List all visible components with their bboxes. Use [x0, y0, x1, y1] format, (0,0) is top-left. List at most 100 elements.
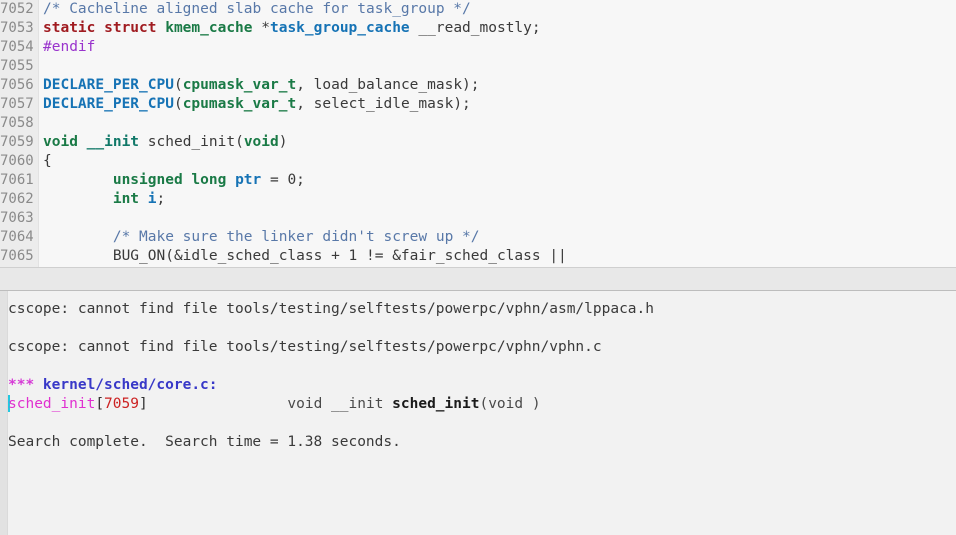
line-number: 7053 — [0, 19, 38, 38]
code-token: unsigned long — [43, 172, 236, 188]
code-token: static struct — [43, 20, 166, 36]
cscope-error-line: cscope: cannot find file tools/testing/s… — [8, 300, 956, 319]
line-number: 7065 — [0, 247, 38, 266]
code-line[interactable]: 7059 void __init sched_init(void) — [0, 133, 956, 152]
code-line[interactable]: 7056 DECLARE_PER_CPU(cpumask_var_t, load_… — [0, 76, 956, 95]
code-line-text: /* Cacheline aligned slab cache for task… — [38, 0, 471, 19]
code-token: ptr — [235, 172, 262, 188]
code-token: ( — [173, 96, 183, 112]
code-token: , load_balance_mask); — [296, 77, 480, 93]
code-token: #endif — [43, 39, 96, 55]
cscope-file-header: *** kernel/sched/core.c: — [8, 376, 956, 395]
cscope-error-text: cscope: cannot find file tools/testing/s… — [8, 301, 655, 317]
code-token: i — [147, 191, 157, 207]
code-token: int — [43, 191, 148, 207]
result-line-number[interactable]: 7059 — [104, 396, 139, 412]
signature-suffix: (void ) — [479, 396, 541, 412]
code-line-text: void __init sched_init(void) — [38, 133, 287, 152]
code-token: , select_idle_mask); — [296, 96, 471, 112]
code-line[interactable]: 7055 — [0, 57, 956, 76]
code-line-text: DECLARE_PER_CPU(cpumask_var_t, select_id… — [38, 95, 471, 114]
cscope-result-row[interactable]: sched_init[7059] void __init sched_init(… — [8, 395, 956, 414]
cscope-error-text: cscope: cannot find file tools/testing/s… — [8, 339, 602, 355]
code-line-text: int i; — [38, 190, 165, 209]
line-number: 7064 — [0, 228, 38, 247]
mode-line[interactable]: -:--- core.c 84% (7061,30) (C/*l AC Abbr… — [0, 267, 956, 291]
code-line[interactable]: 7052 /* Cacheline aligned slab cache for … — [0, 0, 956, 19]
code-token: void — [43, 134, 87, 150]
cscope-results-window[interactable]: cscope: cannot find file tools/testing/s… — [0, 291, 956, 535]
line-number: 7055 — [0, 57, 38, 76]
code-token: ) — [278, 134, 288, 150]
line-number: 7058 — [0, 114, 38, 133]
results-left-margin — [0, 291, 8, 535]
code-line-text: DECLARE_PER_CPU(cpumask_var_t, load_bala… — [38, 76, 480, 95]
code-line[interactable]: 7060 { — [0, 152, 956, 171]
line-number: 7057 — [0, 95, 38, 114]
code-token: ( — [173, 77, 183, 93]
code-line-text: BUG_ON(&idle_sched_class + 1 != &fair_sc… — [38, 247, 567, 266]
code-token: DECLARE_PER_CPU — [43, 96, 174, 112]
code-line-text: static struct kmem_cache *task_group_cac… — [38, 19, 541, 38]
source-code-window[interactable]: 7052 /* Cacheline aligned slab cache for … — [0, 0, 956, 267]
code-line[interactable]: 7057 DECLARE_PER_CPU(cpumask_var_t, selec… — [0, 95, 956, 114]
code-line-text: unsigned long ptr = 0; — [38, 171, 305, 190]
code-line[interactable]: 7053 static struct kmem_cache *task_group… — [0, 19, 956, 38]
results-blank-line — [8, 319, 956, 338]
line-number: 7052 — [0, 0, 38, 19]
cscope-results-list[interactable]: cscope: cannot find file tools/testing/s… — [8, 291, 956, 535]
line-number: 7061 — [0, 171, 38, 190]
code-token: void — [243, 134, 279, 150]
result-signature: void __init sched_init(void ) — [287, 396, 540, 412]
header-stars: *** — [8, 377, 43, 393]
code-line[interactable]: 7058 — [0, 114, 956, 133]
signature-function-name: sched_init — [392, 396, 480, 412]
search-complete-line: Search complete. Search time = 1.38 seco… — [8, 433, 956, 452]
signature-prefix: void __init — [287, 396, 393, 412]
line-number: 7056 — [0, 76, 38, 95]
code-token: { — [43, 153, 52, 169]
results-blank-line — [8, 357, 956, 376]
line-number: 7060 — [0, 152, 38, 171]
code-token: BUG_ON(&idle_sched_class + 1 != &fair_sc… — [43, 248, 567, 264]
code-line[interactable]: 7065 BUG_ON(&idle_sched_class + 1 != &fa… — [0, 247, 956, 266]
code-token: __read_mostly; — [409, 20, 541, 36]
line-number: 7063 — [0, 209, 38, 228]
code-token: = 0; — [261, 172, 305, 188]
code-token: DECLARE_PER_CPU — [43, 77, 174, 93]
line-number: 7062 — [0, 190, 38, 209]
result-bracket-open: [ — [95, 396, 105, 412]
cscope-error-line: cscope: cannot find file tools/testing/s… — [8, 338, 956, 357]
code-line[interactable]: 7064 /* Make sure the linker didn't scre… — [0, 228, 956, 247]
code-token: kmem_cache — [165, 20, 262, 36]
code-token: task_group_cache — [269, 20, 410, 36]
code-line[interactable]: 7062 int i; — [0, 190, 956, 209]
code-line[interactable]: 7054 #endif — [0, 38, 956, 57]
search-complete-text: Search complete. Search time = 1.38 seco… — [8, 434, 401, 450]
emacs-frame: 7052 /* Cacheline aligned slab cache for … — [0, 0, 956, 535]
code-token: sched_init( — [139, 134, 244, 150]
result-symbol-name[interactable]: sched_init — [8, 396, 95, 412]
code-token: ; — [156, 191, 166, 207]
result-padding — [148, 396, 288, 412]
source-code-lines[interactable]: 7052 /* Cacheline aligned slab cache for … — [0, 0, 956, 266]
results-blank-line — [8, 414, 956, 433]
header-file-path[interactable]: kernel/sched/core.c: — [43, 377, 218, 393]
code-token: /* Cacheline aligned slab cache for task… — [43, 1, 471, 17]
line-number: 7059 — [0, 133, 38, 152]
code-line-text: /* Make sure the linker didn't screw up … — [38, 228, 480, 247]
code-line[interactable]: 7063 — [0, 209, 956, 228]
line-number: 7054 — [0, 38, 38, 57]
result-bracket-close: ] — [138, 396, 148, 412]
code-line-text: { — [38, 152, 52, 171]
code-token: cpumask_var_t — [182, 77, 297, 93]
code-token: /* Make sure the linker didn't screw up … — [43, 229, 480, 245]
code-token: * — [261, 20, 270, 36]
code-line[interactable]: 7061 unsigned long ptr = 0; — [0, 171, 956, 190]
code-token: __init — [86, 134, 140, 150]
code-token: cpumask_var_t — [182, 96, 297, 112]
code-line-text: #endif — [38, 38, 95, 57]
